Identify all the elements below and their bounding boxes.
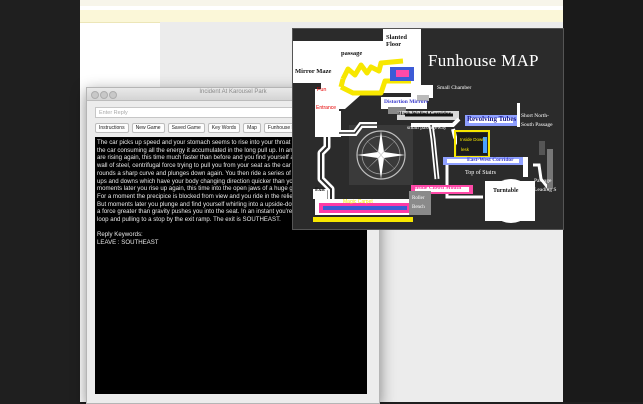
map-label-mirror-maze: Mirror Maze — [295, 68, 332, 75]
map-label-passage: passage — [341, 50, 363, 57]
map-label-turntable: Turntable — [493, 188, 519, 194]
map-label-east-west-corridor: East-West Corridor — [467, 157, 514, 163]
map-label-small-chamber: Small Chamber — [437, 85, 472, 91]
funhouse-map-window: Funhouse MAP Slanted Floor passage Mirro… — [292, 28, 564, 230]
map-label-magic-carpet: Magic Carpet — [343, 199, 373, 205]
map-title: Funhouse MAP — [428, 51, 539, 70]
tab-instructions[interactable]: Instructions — [95, 123, 129, 133]
tab-map[interactable]: Map — [243, 123, 261, 133]
reply-keywords-value: LEAVE : SOUTHEAST — [97, 239, 159, 247]
map-label-short-north-south: Short North- South Passage — [521, 113, 553, 128]
map-label-small-passageway: small passageway — [407, 125, 447, 131]
map-label-distortion-mirrors: Distortion Mirrors — [384, 99, 429, 105]
map-label-black-walled-corridor: Black Walled Corridor — [397, 111, 451, 117]
map-label-slanted-floor: Slanted Floor — [386, 34, 407, 48]
tab-new-game[interactable]: New Game — [131, 123, 165, 133]
map-label-entrance: Entrance — [316, 105, 337, 111]
map-label-exit: Exit — [315, 187, 325, 193]
map-label-lesk: lesk — [461, 147, 470, 152]
tab-bar: Instructions New Game Saved Game Key Wor… — [95, 123, 322, 133]
tab-key-words[interactable]: Key Words — [207, 123, 241, 133]
map-label-roller-bench: Roller Bench — [412, 196, 425, 210]
map-label-top-of-stairs: Top of Stairs — [465, 170, 496, 176]
map-label-inside-down: Inside Down — [460, 137, 485, 142]
map-label-fun: Fun — [317, 87, 327, 93]
tab-saved-game[interactable]: Saved Game — [167, 123, 205, 133]
map-label-passage-leading: Passage Leading S — [534, 178, 557, 193]
map-label-revolving-tubes: Revolving Tubes — [467, 115, 517, 123]
background-toolbar-strip — [80, 0, 563, 6]
reply-keywords-label: Reply Keywords: — [97, 231, 143, 239]
map-label-inside-clown-mouth: Inside Clown Mouth — [413, 185, 462, 191]
background-right-edge — [563, 0, 643, 402]
